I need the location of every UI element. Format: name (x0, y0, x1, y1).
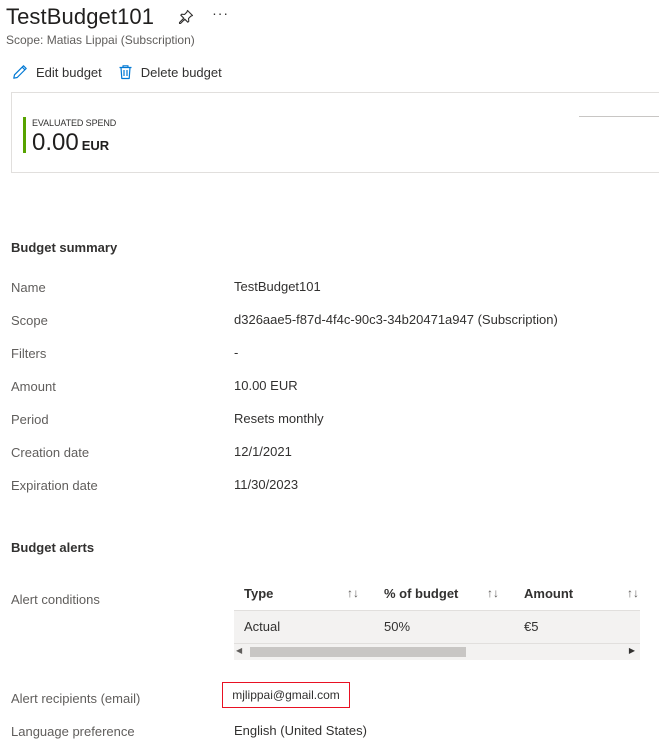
budget-summary-heading: Budget summary (11, 240, 118, 255)
language-preference-value: English (United States) (234, 723, 367, 738)
amount-value: 10.00 EUR (234, 378, 298, 393)
alert-conditions-table: Type ↑↓ % of budget ↑↓ Amount ↑↓ Actual … (234, 578, 640, 660)
table-row[interactable]: Actual 50% €5 (234, 611, 640, 643)
chart-line (579, 116, 659, 117)
delete-budget-label: Delete budget (140, 64, 222, 80)
spend-accent-bar (23, 117, 26, 153)
creation-date-label: Creation date (11, 445, 90, 460)
expiration-date-label: Expiration date (11, 478, 98, 493)
page-title: TestBudget101 (6, 4, 155, 29)
alert-recipient-email: mjlippai@gmail.com (222, 682, 350, 708)
scope-label: Scope (11, 313, 48, 328)
period-label: Period (11, 412, 49, 427)
filters-label: Filters (11, 346, 47, 361)
cell-type: Actual (244, 619, 281, 634)
edit-budget-label: Edit budget (36, 64, 102, 80)
spend-value: 0.00 EUR (32, 129, 109, 157)
period-value: Resets monthly (234, 411, 324, 426)
more-options-button[interactable]: ··· (212, 5, 229, 21)
column-header-type: Type (244, 586, 274, 601)
sort-percent-icon[interactable]: ↑↓ (487, 586, 499, 600)
scrollbar-thumb[interactable] (250, 647, 466, 657)
filters-value: - (234, 345, 239, 360)
name-value: TestBudget101 (234, 279, 321, 294)
horizontal-scrollbar[interactable]: ◀ ▶ (234, 643, 640, 660)
sort-amount-icon[interactable]: ↑↓ (627, 586, 639, 600)
scope-value: d326aae5-f87d-4f4c-90c3-34b20471a947 (Su… (234, 312, 558, 327)
language-preference-label: Language preference (11, 724, 135, 739)
table-header-row: Type ↑↓ % of budget ↑↓ Amount ↑↓ (234, 578, 640, 611)
cell-percent: 50% (384, 619, 411, 634)
spend-card: EVALUATED SPEND 0.00 EUR (11, 92, 659, 173)
amount-label: Amount (11, 379, 56, 394)
spend-label: EVALUATED SPEND (32, 118, 117, 128)
spend-amount: 0.00 (32, 129, 79, 156)
header: TestBudget101 ··· (6, 2, 229, 32)
trash-icon (119, 65, 132, 80)
sort-type-icon[interactable]: ↑↓ (347, 586, 359, 600)
column-header-amount: Amount (524, 586, 574, 601)
creation-date-value: 12/1/2021 (234, 444, 292, 459)
scroll-right-icon[interactable]: ▶ (629, 646, 635, 655)
name-label: Name (11, 280, 46, 295)
scroll-left-icon[interactable]: ◀ (236, 646, 242, 655)
pin-icon[interactable] (178, 9, 194, 25)
spend-unit: EUR (81, 138, 110, 153)
pencil-icon (13, 65, 27, 79)
expiration-date-value: 11/30/2023 (234, 477, 299, 492)
cell-amount: €5 (524, 619, 539, 634)
delete-budget-button[interactable]: Delete budget (118, 64, 222, 80)
column-header-percent: % of budget (384, 586, 459, 601)
command-bar: Edit budget Delete budget (12, 64, 238, 80)
alert-recipients-label: Alert recipients (email) (11, 691, 141, 706)
alert-conditions-label: Alert conditions (11, 592, 100, 607)
budget-alerts-heading: Budget alerts (11, 540, 95, 555)
edit-budget-button[interactable]: Edit budget (12, 64, 102, 80)
page-subtitle: Scope: Matias Lippai (Subscription) (6, 33, 195, 47)
